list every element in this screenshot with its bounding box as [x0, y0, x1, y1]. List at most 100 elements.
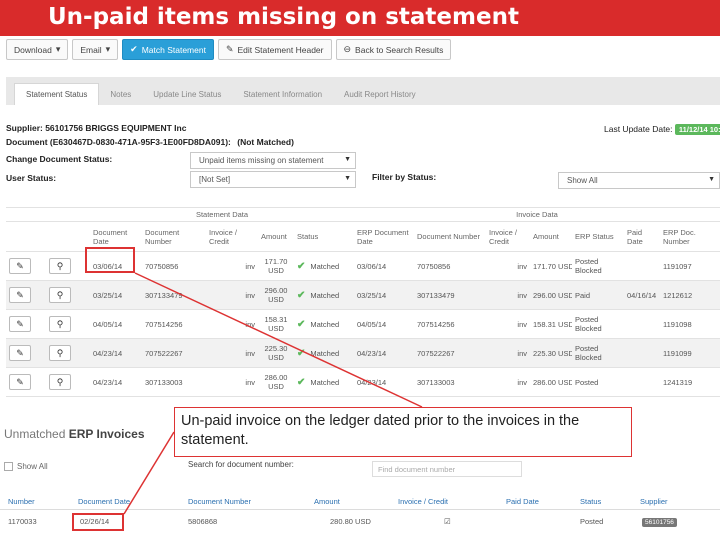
toolbar-button-label: Edit Statement Header — [237, 44, 324, 55]
filter-label: Filter by Status: — [372, 172, 436, 182]
tab-notes[interactable]: Notes — [99, 83, 142, 105]
edit-icon[interactable]: ✎ — [9, 258, 31, 274]
table-cell: 1191099 — [660, 338, 720, 368]
toolbar-button-download[interactable]: Download ▾ — [6, 39, 69, 60]
view-icon[interactable]: ⚲ — [49, 258, 71, 274]
edit-icon[interactable]: ✎ — [9, 345, 31, 361]
view-icon[interactable]: ⚲ — [49, 345, 71, 361]
column-header — [46, 221, 90, 252]
table-cell: 03/25/14 — [354, 280, 414, 310]
chevron-down-icon: ▼ — [344, 156, 351, 163]
slide-title-bar: Un-paid items missing on statement — [0, 0, 720, 36]
erp-column-header[interactable]: Number — [8, 497, 35, 506]
erp-amount: 225.30 USD — [533, 348, 572, 358]
erp-column-header[interactable]: Supplier — [640, 497, 668, 506]
show-all-checkbox[interactable] — [4, 462, 13, 471]
table-cell: Posted — [572, 367, 624, 397]
annotation-callout: Un-paid invoice on the ledger dated prio… — [174, 407, 632, 457]
edit-icon[interactable]: ✎ — [9, 374, 31, 390]
erp-column-header[interactable]: Paid Date — [506, 497, 539, 506]
table-cell: inv — [206, 367, 258, 397]
unmatched-title: Unmatched ERP Invoices — [4, 427, 145, 441]
erp-invoice-type: inv — [517, 319, 527, 329]
doc-date: 04/05/14 — [93, 319, 123, 329]
erp-column-header[interactable]: Amount — [314, 497, 340, 506]
toolbar-button-email[interactable]: Email ▾ — [72, 39, 119, 60]
erp-date: 04/23/14 — [357, 377, 387, 387]
table-cell: 307133479 — [414, 280, 486, 310]
table-cell: 1212612 — [660, 280, 720, 310]
erp-date: 04/05/14 — [357, 319, 387, 329]
toolbar-button-label: Back to Search Results — [355, 44, 444, 55]
erp-column-header[interactable]: Invoice / Credit — [398, 497, 448, 506]
table-cell: ✔ Matched — [294, 309, 354, 339]
column-header: Document Number — [142, 221, 206, 252]
view-icon[interactable]: ⚲ — [49, 287, 71, 303]
search-input[interactable]: Find document number — [372, 461, 522, 477]
toolbar-button-edit-statement-header[interactable]: ✎ Edit Statement Header — [217, 39, 332, 60]
table-row: ✎ ⚲ 04/23/14 307133003 inv 286.00 USD ✔ Matched… — [6, 367, 720, 397]
table-cell: 296.00 USD — [530, 280, 572, 310]
table-cell: ⚲ — [46, 309, 90, 339]
filter-status-select[interactable]: Show All ▼ — [558, 172, 720, 189]
edit-icon[interactable]: ✎ — [9, 287, 31, 303]
column-header: Amount — [530, 221, 572, 252]
table-cell: ✔ Matched — [294, 338, 354, 368]
table-cell: ✎ — [6, 309, 46, 339]
table-cell: inv — [206, 309, 258, 339]
column-header: ERP Doc. Number — [660, 221, 720, 252]
document-info: Document (E630467D-0830-471A-95F3-1E00FD… — [6, 137, 294, 147]
erp-amount: 171.70 USD — [533, 261, 572, 271]
erp-invoice-type: inv — [517, 377, 527, 387]
column-header: Status — [294, 221, 354, 252]
table-row: ✎ ⚲ 03/25/14 307133479 inv 296.00 USD ✔ Matched… — [6, 280, 720, 310]
erp-doc-id: 1241319 — [663, 377, 693, 387]
view-icon[interactable]: ⚲ — [49, 374, 71, 390]
tabs: Statement Status Notes Update Line Status S… — [14, 83, 427, 105]
erp-amount: 280.80 USD — [330, 517, 371, 526]
last-update-badge: 11/12/14 10:04 — [674, 124, 720, 135]
doc-number: 707514256 — [145, 319, 183, 329]
invoice-type: inv — [245, 261, 255, 271]
tab-statement-information[interactable]: Statement Information — [232, 83, 333, 105]
erp-doc-number: 5806868 — [188, 517, 218, 526]
table-cell: ✎ — [6, 338, 46, 368]
erp-doc-number: 307133003 — [417, 377, 455, 387]
filter-text: Filter by Status: — [372, 172, 437, 182]
erp-column-header[interactable]: Document Number — [188, 497, 251, 506]
change-status-select[interactable]: Unpaid items missing on statement ▼ — [190, 152, 356, 169]
table-cell: ✎ — [6, 280, 46, 310]
table-cell: 04/05/14 — [90, 309, 142, 339]
table-cell: inv — [486, 309, 530, 339]
amount: 171.70 USD — [264, 257, 288, 275]
table-cell: 04/23/14 — [90, 338, 142, 368]
toolbar-button-label: Match Statement — [141, 44, 206, 55]
doc-date: 03/25/14 — [93, 290, 123, 300]
tab-update-line-status[interactable]: Update Line Status — [142, 83, 232, 105]
erp-column-header[interactable]: Document Date — [78, 497, 130, 506]
table-cell: 1191097 — [660, 251, 720, 281]
table-cell: Posted Blocked — [572, 251, 624, 281]
toolbar-button-back-to-search-results[interactable]: ⊖ Back to Search Results — [335, 39, 452, 60]
column-header: ERP Document Date — [354, 221, 414, 252]
tab-audit-report-history[interactable]: Audit Report History — [333, 83, 427, 105]
chevron-down-icon: ▼ — [708, 176, 715, 183]
table-cell: ⚲ — [46, 251, 90, 281]
spacer-cell — [6, 207, 90, 222]
toolbar-button-match-statement[interactable]: ✔ Match Statement — [122, 39, 214, 60]
table-cell: Paid — [572, 280, 624, 310]
edit-icon[interactable]: ✎ — [9, 316, 31, 332]
doc-date: 04/23/14 — [93, 348, 123, 358]
amount: 296.00 USD — [264, 286, 288, 304]
connector-bottom — [123, 431, 175, 515]
table-cell: 158.31 USD — [530, 309, 572, 339]
edit-icon: ✎ — [225, 44, 234, 54]
match-status: Matched — [310, 290, 340, 300]
user-status-select[interactable]: [Not Set] ▼ — [190, 171, 356, 188]
supplier-id: 56101756 — [642, 518, 677, 527]
erp-column-header[interactable]: Status — [580, 497, 601, 506]
show-all-toggle[interactable]: Show All — [4, 462, 48, 471]
tab-statement-status[interactable]: Statement Status — [14, 83, 100, 105]
match-status: Matched — [310, 348, 340, 358]
view-icon[interactable]: ⚲ — [49, 316, 71, 332]
